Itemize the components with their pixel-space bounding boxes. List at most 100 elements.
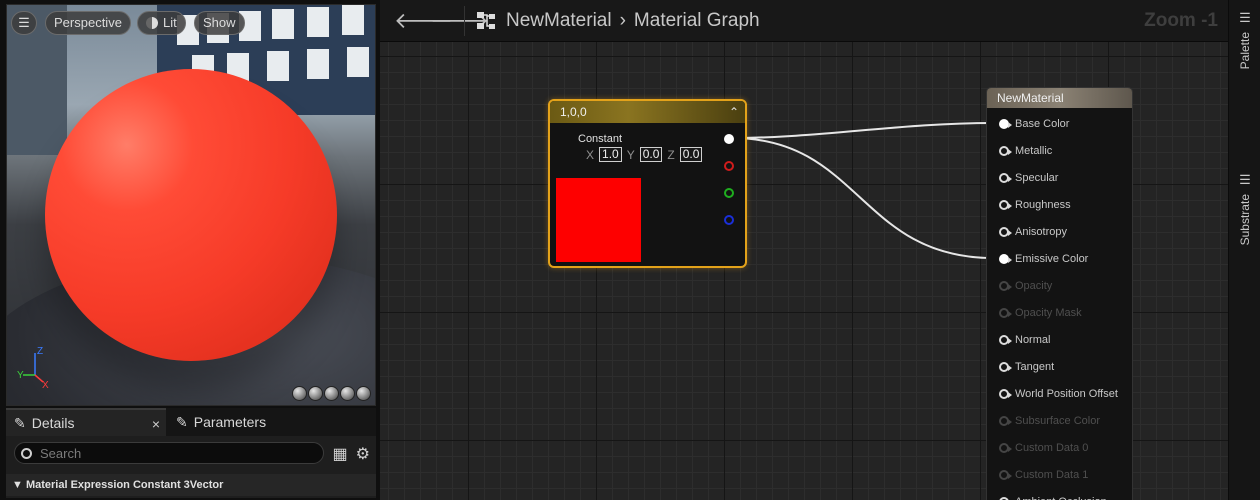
input-pin[interactable] [999,227,1012,237]
vector-fields: X 1.0 Y 0.0 Z 0.0 [586,147,703,162]
details-panel: Search ▦ ⚙ ▼ Material Expression Constan… [6,436,376,498]
material-input-row[interactable]: Ambient Occlusion [999,496,1107,500]
tab-details[interactable]: ✎ Details × [6,408,166,436]
close-tab-button[interactable]: × [152,410,160,438]
result-node-title: NewMaterial [997,91,1064,105]
lit-mode-icon [146,17,158,29]
x-label: X [586,147,595,162]
input-pin[interactable] [999,281,1012,291]
constant3vector-node[interactable]: 1,0,0 ⌃ Constant X 1.0 Y 0.0 Z 0.0 [548,99,747,268]
building-window [347,47,369,77]
material-input-row: Custom Data 0 [999,442,1088,454]
color-preview-swatch [556,178,641,262]
material-input-row[interactable]: Specular [999,172,1058,184]
input-pin[interactable] [999,335,1012,345]
zoom-level: Zoom -1 [1144,10,1218,31]
y-label: Y [626,147,635,162]
material-input-row[interactable]: World Position Offset [999,388,1118,400]
search-input[interactable]: Search [14,442,324,464]
building-window [272,9,294,39]
input-pin-label: Base Color [1015,118,1070,130]
z-value-field[interactable]: 0.0 [679,147,703,162]
material-input-row[interactable]: Anisotropy [999,226,1067,238]
material-input-row[interactable]: Base Color [999,118,1069,130]
custom-mesh-preview-icon[interactable] [356,386,371,401]
building-window [342,5,364,35]
input-pin[interactable] [999,200,1012,210]
gear-icon[interactable]: ⚙ [356,444,370,464]
input-pin-label: Custom Data 0 [1015,442,1089,454]
pencil-icon: ✎ [176,414,188,430]
building-window [307,49,329,79]
input-pin[interactable] [999,119,1012,129]
constant-node-title: 1,0,0 [560,105,587,119]
input-pin[interactable] [999,146,1012,156]
side-panel-strip: ☰ Palette ☰ Substrate [1228,0,1260,500]
output-pin-g[interactable] [724,188,734,198]
cube-preview-icon[interactable] [340,386,355,401]
palette-tab[interactable]: ☰ Palette [1229,10,1260,69]
section-header[interactable]: ▼ Material Expression Constant 3Vector [6,474,376,496]
input-pin[interactable] [999,173,1012,183]
axis-z-label: Z [37,346,43,357]
collapse-chevron-icon[interactable]: ⌃ [729,101,739,123]
input-pin-label: Custom Data 1 [1015,469,1089,481]
axis-gizmo: Z Y X [17,346,49,389]
tab-parameters[interactable]: ✎ Parameters [168,408,318,436]
input-pin-label: Roughness [1015,199,1071,211]
table-view-icon[interactable]: ▦ [333,444,348,464]
input-pin[interactable] [999,416,1012,426]
material-input-row[interactable]: Metallic [999,145,1052,157]
list-icon: ☰ [1239,172,1251,187]
palette-label: Palette [1238,32,1252,70]
substrate-label: Substrate [1238,194,1252,246]
section-title: Material Expression Constant 3Vector [25,479,224,491]
input-pin[interactable] [999,470,1012,480]
material-input-row[interactable]: Tangent [999,361,1054,373]
plane-preview-icon[interactable] [324,386,339,401]
show-button[interactable]: Show [194,11,245,35]
y-value-field[interactable]: 0.0 [639,147,663,162]
lit-label: Lit [163,15,177,30]
cylinder-preview-icon[interactable] [292,386,307,401]
axis-x-label: X [42,380,49,389]
sphere-preview-icon[interactable] [308,386,323,401]
material-input-row[interactable]: Roughness [999,199,1071,211]
preview-mesh-selector[interactable] [292,386,371,401]
material-input-row[interactable]: Emissive Color [999,253,1088,265]
output-pin-r[interactable] [724,161,734,171]
constant-label: Constant [578,133,623,145]
x-value-field[interactable]: 1.0 [599,147,622,162]
axis-y-label: Y [17,370,24,381]
input-pin[interactable] [999,443,1012,453]
input-pin[interactable] [999,362,1012,372]
material-input-row[interactable]: Normal [999,334,1050,346]
breadcrumb-asset[interactable]: NewMaterial [506,10,612,32]
output-pin-b[interactable] [724,215,734,225]
breadcrumb-separator: › [619,10,626,31]
show-label: Show [203,15,236,30]
result-node-header[interactable]: NewMaterial [987,88,1132,108]
chevron-down-icon: ▼ [12,479,23,491]
breadcrumb-graph[interactable]: Material Graph [634,10,760,32]
list-icon: ☰ [1239,10,1251,25]
substrate-tab[interactable]: ☰ Substrate [1229,172,1260,245]
input-pin[interactable] [999,389,1012,399]
material-graph-canvas[interactable]: 🡐 🡒 NewMaterial › Material Graph Zoom -1… [380,0,1228,500]
input-pin-label: Normal [1015,334,1051,346]
input-pin[interactable] [999,254,1012,264]
graph-tree-icon [477,12,495,29]
constant-node-header[interactable]: 1,0,0 ⌃ [550,101,745,123]
building-window [307,7,329,37]
wire-emissive-color [731,137,994,259]
output-pin-rgb[interactable] [724,134,734,144]
perspective-button[interactable]: Perspective [45,11,131,35]
input-pin-label: Metallic [1015,145,1053,157]
lit-button[interactable]: Lit [137,11,186,35]
viewport-menu-button[interactable]: ☰ [11,11,37,35]
toolbar-separator [464,6,465,36]
input-pin-label: Subsurface Color [1015,415,1100,427]
input-pin[interactable] [999,308,1012,318]
material-result-node[interactable]: NewMaterial Base Color Metallic Specular Ro… [986,87,1133,500]
material-preview-viewport[interactable]: ☰ Perspective Lit Show Z Y X [6,4,376,406]
